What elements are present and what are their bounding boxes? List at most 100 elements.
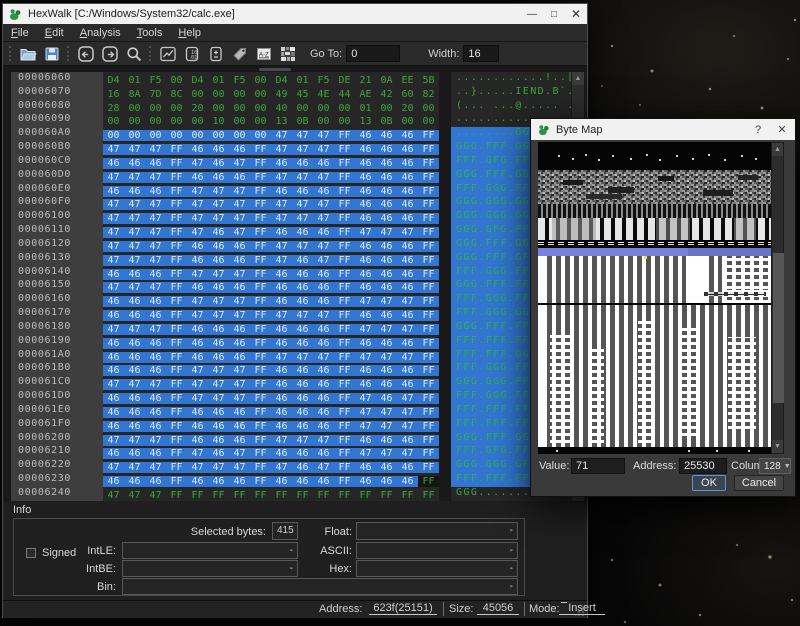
hex-byte[interactable]: 46 (313, 282, 334, 293)
hex-row[interactable]: 0000000000000000474747FF464646FF (103, 127, 439, 141)
hex-byte[interactable]: 46 (292, 255, 313, 266)
hex-byte[interactable]: FF (334, 255, 355, 266)
hex-byte[interactable]: FF (166, 338, 187, 349)
hex-byte[interactable]: 46 (145, 158, 166, 169)
hex-byte[interactable]: FF (250, 186, 271, 197)
hex-byte[interactable]: EE (397, 75, 418, 86)
hex-byte[interactable]: 47 (187, 379, 208, 390)
hex-byte[interactable]: FF (418, 407, 439, 418)
hex-byte[interactable]: 47 (187, 448, 208, 459)
hex-byte[interactable]: 00 (313, 103, 334, 114)
hex-byte[interactable]: 46 (187, 241, 208, 252)
ascii-row[interactable]: (... ...@..... . (451, 100, 571, 114)
hex-byte[interactable]: 47 (187, 365, 208, 376)
hex-byte[interactable]: 46 (208, 241, 229, 252)
hex-byte[interactable]: 47 (292, 352, 313, 363)
hex-byte[interactable]: 47 (103, 172, 124, 183)
hex-byte[interactable]: 46 (376, 255, 397, 266)
hex-byte[interactable]: FF (334, 227, 355, 238)
hex-byte[interactable]: FF (250, 158, 271, 169)
hex-byte[interactable]: 46 (292, 421, 313, 432)
hex-byte[interactable]: 47 (145, 144, 166, 155)
hex-row[interactable]: 474747FF464646FF474747FF464646FF (103, 141, 439, 155)
hex-byte[interactable]: 46 (397, 186, 418, 197)
hex-byte[interactable]: 47 (292, 172, 313, 183)
hex-byte[interactable]: FF (334, 476, 355, 487)
hex-byte[interactable]: 46 (187, 255, 208, 266)
hex-byte[interactable]: 47 (124, 255, 145, 266)
hex-byte[interactable]: 46 (355, 172, 376, 183)
hex-byte[interactable]: 47 (145, 282, 166, 293)
hex-byte[interactable]: 47 (187, 296, 208, 307)
hex-byte[interactable]: FF (250, 435, 271, 446)
hex-byte[interactable]: 47 (187, 393, 208, 404)
hex-byte[interactable]: FF (334, 421, 355, 432)
hex-byte[interactable]: FF (418, 379, 439, 390)
hex-byte[interactable]: FF (208, 490, 229, 501)
hex-byte[interactable]: 46 (292, 324, 313, 335)
hex-row[interactable]: 474747FFFFFFFFFFFFFFFFFFFFFFFFFF (103, 487, 439, 501)
hex-byte[interactable]: 42 (376, 89, 397, 100)
hex-byte[interactable]: 47 (271, 241, 292, 252)
hex-byte[interactable]: FF (166, 435, 187, 446)
hex-byte[interactable]: 46 (271, 324, 292, 335)
hex-byte[interactable]: 47 (145, 199, 166, 210)
hex-byte[interactable]: 47 (229, 448, 250, 459)
hex-byte[interactable]: FF (166, 448, 187, 459)
hex-byte[interactable]: 28 (103, 103, 124, 114)
hex-byte[interactable]: DE (334, 75, 355, 86)
hex-byte[interactable]: 16 (103, 89, 124, 100)
hex-byte[interactable]: 46 (271, 227, 292, 238)
hex-byte[interactable]: 47 (145, 255, 166, 266)
hex-byte[interactable]: FF (187, 490, 208, 501)
hex-byte[interactable]: 46 (313, 379, 334, 390)
hex-row[interactable]: 464646FF474747FF464646FF464646FF (103, 266, 439, 280)
hex-byte[interactable]: 46 (103, 448, 124, 459)
hex-byte[interactable]: 46 (208, 227, 229, 238)
hex-byte[interactable]: 46 (229, 435, 250, 446)
hex-byte[interactable]: 46 (376, 476, 397, 487)
hex-byte[interactable]: 47 (208, 296, 229, 307)
ok-button[interactable]: OK (692, 475, 726, 491)
hex-byte[interactable]: 46 (229, 338, 250, 349)
hex-byte[interactable]: 46 (313, 393, 334, 404)
hex-byte[interactable]: FF (250, 490, 271, 501)
menu-file[interactable]: File (3, 26, 37, 40)
hex-byte[interactable]: 47 (271, 172, 292, 183)
hex-byte[interactable]: FF (250, 365, 271, 376)
hex-byte[interactable]: 47 (292, 435, 313, 446)
hex-byte[interactable]: 46 (376, 282, 397, 293)
hex-byte[interactable]: FF (250, 282, 271, 293)
hex-byte[interactable]: 47 (229, 462, 250, 473)
hex-byte[interactable]: 46 (187, 476, 208, 487)
float-field[interactable]: - (356, 522, 518, 540)
hex-row[interactable]: 464646FF474747FF464646FF474647FF (103, 390, 439, 404)
hex-byte[interactable]: FF (334, 448, 355, 459)
hex-byte[interactable]: 46 (313, 324, 334, 335)
hex-byte[interactable]: 47 (313, 199, 334, 210)
hex-byte[interactable]: 46 (124, 448, 145, 459)
hex-byte[interactable]: 01 (292, 75, 313, 86)
hex-byte[interactable]: FF (166, 213, 187, 224)
hex-row[interactable]: 464646FF464646FF464646FF474747FF (103, 404, 439, 418)
hex-byte[interactable]: 49 (271, 89, 292, 100)
hex-byte[interactable]: 45 (292, 89, 313, 100)
hex-row[interactable]: 474747FF464646FF474747FF464646FF (103, 432, 439, 446)
hex-byte[interactable]: FF (418, 269, 439, 280)
hex-byte[interactable]: FF (418, 282, 439, 293)
hex-byte[interactable]: 47 (376, 407, 397, 418)
hex-byte[interactable]: 46 (397, 365, 418, 376)
hex-byte[interactable]: 46 (187, 338, 208, 349)
hex-byte[interactable]: 46 (355, 462, 376, 473)
hex-byte[interactable]: 47 (145, 172, 166, 183)
dialog-help-button[interactable]: ? (747, 119, 769, 140)
hex-byte[interactable]: 46 (124, 158, 145, 169)
hex-byte[interactable]: FF (418, 158, 439, 169)
hex-byte[interactable]: 46 (397, 199, 418, 210)
hex-byte[interactable]: FF (334, 144, 355, 155)
hex-byte[interactable]: 46 (145, 269, 166, 280)
hex-byte[interactable]: 46 (355, 186, 376, 197)
hex-byte[interactable]: 46 (397, 462, 418, 473)
hex-byte[interactable]: 46 (208, 352, 229, 363)
hex-byte[interactable]: 46 (292, 282, 313, 293)
